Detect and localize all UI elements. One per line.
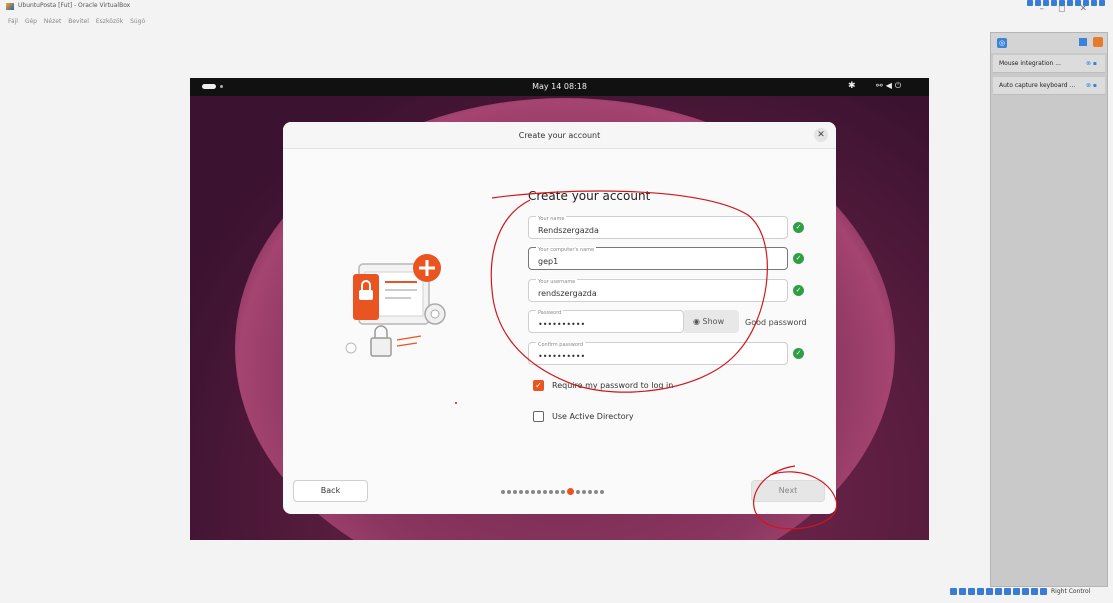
- name-valid-icon: ✓: [793, 222, 804, 233]
- window-title: UbuntuPosta [Fut] - Oracle VirtualBox: [18, 2, 131, 9]
- host-titlebar: UbuntuPosta [Fut] - Oracle VirtualBox: [0, 0, 1113, 10]
- confirm-valid-icon: ✓: [793, 348, 804, 359]
- back-button[interactable]: Back: [293, 480, 368, 502]
- username-valid-icon: ✓: [793, 285, 804, 296]
- progress-dot: [537, 489, 541, 494]
- audio-icon[interactable]: [968, 588, 975, 595]
- progress-dot: [576, 489, 580, 494]
- close-icon[interactable]: ✕: [814, 128, 828, 142]
- show-password-button[interactable]: ◉ Show: [684, 310, 739, 333]
- menu-file[interactable]: Fájl: [8, 18, 18, 25]
- mouse-icon[interactable]: [1031, 588, 1038, 595]
- notification-label: Mouse integration ...: [999, 60, 1061, 67]
- host-menubar: Fájl Gép Nézet Bevitel Eszközök Súgó: [8, 18, 150, 25]
- next-button[interactable]: Next: [751, 480, 825, 502]
- shared-folders-icon[interactable]: [995, 588, 1002, 595]
- dialog-header: Create your account ✕: [283, 122, 836, 149]
- password-field[interactable]: Password ••••••••••: [528, 310, 684, 333]
- usb-icon[interactable]: [986, 588, 993, 595]
- notification-item[interactable]: Mouse integration ... ⊗ ▪: [993, 55, 1105, 73]
- host-key-label: Right Control: [1051, 588, 1091, 595]
- progress-dots: [501, 488, 604, 495]
- optical-icon[interactable]: [959, 588, 966, 595]
- show-label: Show: [702, 317, 725, 326]
- cpu-icon[interactable]: [1022, 588, 1029, 595]
- network-icon[interactable]: [977, 588, 984, 595]
- host-top-icons: [1027, 0, 1105, 6]
- active-directory-checkbox[interactable]: [533, 411, 544, 422]
- menu-help[interactable]: Súgó: [130, 18, 145, 25]
- progress-dot: [525, 489, 529, 494]
- virtualbox-icon: [6, 3, 14, 10]
- notification-label: Auto capture keyboard ...: [999, 82, 1076, 89]
- require-password-checkbox[interactable]: ✓: [533, 380, 544, 391]
- clock[interactable]: May 14 08:18: [190, 82, 929, 91]
- progress-dot: [543, 489, 547, 494]
- keyboard-icon[interactable]: [1040, 588, 1047, 595]
- progress-dot: [531, 489, 535, 494]
- confirm-password-field[interactable]: Confirm password ••••••••••: [528, 342, 788, 365]
- notification-item[interactable]: Auto capture keyboard ... ⊗ ▪: [993, 77, 1105, 95]
- computer-name-valid-icon: ✓: [793, 253, 804, 264]
- installer-dialog: Create your account ✕ Create your accoun…: [283, 122, 836, 514]
- username-value: rendszergazda: [538, 289, 597, 298]
- dialog-title: Create your account: [518, 131, 601, 140]
- eye-icon: ◉: [693, 317, 703, 326]
- progress-dot: [501, 489, 505, 494]
- system-tray-icons[interactable]: ⚯◀⏻: [876, 81, 904, 91]
- computer-name-field[interactable]: Your computer's name gep1: [528, 247, 788, 270]
- gnome-top-bar: May 14 08:18 ✱ ⚯◀⏻: [190, 78, 929, 96]
- active-directory-label[interactable]: Use Active Directory: [552, 412, 634, 421]
- progress-dot: [588, 489, 592, 494]
- computer-name-label: Your computer's name: [536, 247, 597, 253]
- progress-dot: [594, 489, 598, 494]
- progress-dot-current: [567, 488, 574, 495]
- panel-close-icon[interactable]: [1093, 37, 1103, 47]
- name-label: Your name: [536, 216, 567, 222]
- progress-dot: [561, 489, 565, 494]
- notification-panel: ◎ Mouse integration ... ⊗ ▪ Auto capture…: [990, 32, 1108, 587]
- accessibility-icon[interactable]: ✱: [848, 81, 856, 91]
- form-title: Create your account: [528, 189, 651, 203]
- progress-dot: [582, 489, 586, 494]
- vm-status-bar: Right Control: [950, 588, 1090, 595]
- notification-dismiss-icon[interactable]: ⊗ ▪: [1086, 55, 1097, 73]
- notification-panel-header: ◎: [991, 33, 1107, 53]
- confirm-password-label: Confirm password: [536, 342, 586, 348]
- progress-dot: [600, 489, 604, 494]
- account-illustration-icon: [345, 254, 446, 357]
- menu-view[interactable]: Nézet: [44, 18, 61, 25]
- panel-pin-icon[interactable]: [1079, 38, 1087, 46]
- username-field[interactable]: Your username rendszergazda: [528, 279, 788, 302]
- display-icon[interactable]: [1004, 588, 1011, 595]
- progress-dot: [519, 489, 523, 494]
- progress-dot: [549, 489, 553, 494]
- progress-dot: [513, 489, 517, 494]
- storage-icon[interactable]: [950, 588, 957, 595]
- password-value: ••••••••••: [538, 320, 586, 329]
- progress-dot: [507, 489, 511, 494]
- username-label: Your username: [536, 279, 578, 285]
- name-field[interactable]: Your name Rendszergazda: [528, 216, 788, 239]
- name-value: Rendszergazda: [538, 226, 599, 235]
- require-password-label[interactable]: Require my password to log in: [552, 381, 673, 390]
- password-strength: Good password: [745, 318, 807, 327]
- vm-screen[interactable]: May 14 08:18 ✱ ⚯◀⏻ Create your account ✕: [190, 78, 929, 540]
- menu-machine[interactable]: Gép: [25, 18, 37, 25]
- recording-icon[interactable]: [1013, 588, 1020, 595]
- notification-dismiss-icon[interactable]: ⊗ ▪: [1086, 77, 1097, 95]
- progress-dot: [555, 489, 559, 494]
- panel-logo-icon: ◎: [997, 38, 1007, 48]
- confirm-password-value: ••••••••••: [538, 352, 586, 361]
- menu-input[interactable]: Bevitel: [68, 18, 89, 25]
- menu-devices[interactable]: Eszközök: [96, 18, 123, 25]
- password-label: Password: [536, 310, 564, 316]
- computer-name-value: gep1: [538, 257, 559, 266]
